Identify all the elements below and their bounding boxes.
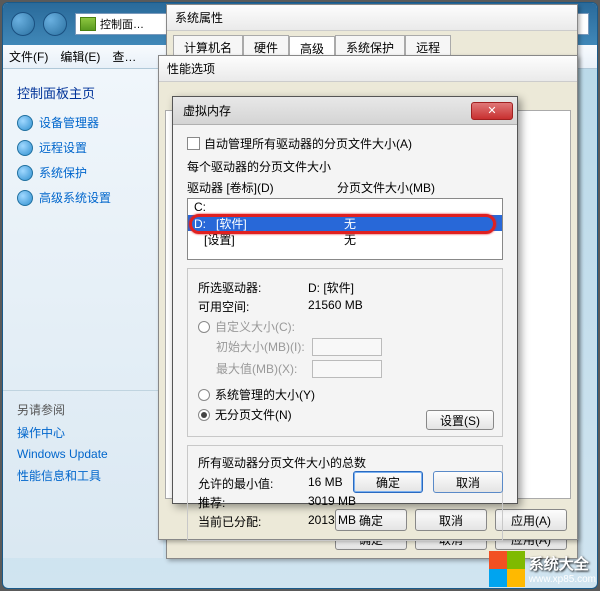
- drive-list[interactable]: C: D: [软件] 无 [设置] 无: [187, 198, 503, 260]
- control-panel-icon: [80, 17, 96, 31]
- shield-icon: [17, 115, 33, 131]
- sidebar-item-protection[interactable]: 系统保护: [17, 164, 163, 181]
- menu-file[interactable]: 文件(F): [9, 48, 48, 65]
- drive-columns: 驱动器 [卷标](D) 分页文件大小(MB): [187, 179, 503, 196]
- custom-size-row[interactable]: 自定义大小(C):: [198, 318, 492, 335]
- close-button[interactable]: ✕: [471, 102, 513, 120]
- sidebar-item-label: 远程设置: [39, 139, 87, 156]
- min-allowed-label: 允许的最小值:: [198, 475, 308, 492]
- current-label: 当前已分配:: [198, 513, 308, 530]
- max-size-input[interactable]: [312, 360, 382, 378]
- back-button[interactable]: [11, 12, 35, 36]
- drive-size: 无: [344, 231, 356, 248]
- shield-icon: [17, 190, 33, 206]
- menu-edit[interactable]: 编辑(E): [60, 48, 100, 65]
- forward-button[interactable]: [43, 12, 67, 36]
- drive-letter: C:: [194, 200, 206, 214]
- drive-label: [软件]: [216, 217, 247, 231]
- vmem-buttons: 确定 取消: [353, 471, 503, 493]
- no-paging-radio[interactable]: [198, 409, 210, 421]
- drive-letter: D:: [194, 217, 206, 231]
- drive-size: 无: [344, 215, 356, 232]
- watermark: 系统大全 www.xp85.com: [489, 551, 596, 587]
- perfopts-title: 性能选项: [159, 56, 577, 82]
- free-space-value: 21560 MB: [308, 298, 363, 315]
- seealso-title: 另请参阅: [17, 401, 163, 418]
- sysprops-tabs: 计算机名 硬件 高级 系统保护 远程: [167, 31, 577, 57]
- col-size: 分页文件大小(MB): [337, 179, 435, 196]
- recommended-value: 3019 MB: [308, 494, 356, 511]
- custom-size-radio[interactable]: [198, 321, 210, 333]
- current-value: 2013 MB: [308, 513, 356, 530]
- auto-manage-label: 自动管理所有驱动器的分页文件大小(A): [204, 135, 412, 152]
- breadcrumb: 控制面…: [100, 16, 144, 32]
- initial-size-label: 初始大小(MB)(I):: [198, 338, 308, 356]
- min-allowed-value: 16 MB: [308, 475, 343, 492]
- initial-size-input[interactable]: [312, 338, 382, 356]
- sidebar-item-label: 系统保护: [39, 164, 87, 181]
- menu-view[interactable]: 查…: [112, 48, 136, 65]
- each-drive-label: 每个驱动器的分页文件大小: [187, 158, 503, 175]
- system-managed-label: 系统管理的大小(Y): [215, 386, 315, 403]
- auto-manage-checkbox[interactable]: [187, 137, 200, 150]
- no-paging-label: 无分页文件(N): [215, 406, 292, 423]
- totals-title: 所有驱动器分页文件大小的总数: [198, 454, 492, 471]
- watermark-brand: 系统大全: [529, 553, 596, 574]
- set-button[interactable]: 设置(S): [426, 410, 494, 430]
- selected-drive-value: D: [软件]: [308, 279, 354, 296]
- sidebar-item-remote[interactable]: 远程设置: [17, 139, 163, 156]
- watermark-url: www.xp85.com: [529, 574, 596, 585]
- sidebar-item-label: 高级系统设置: [39, 189, 111, 206]
- virtual-memory-dialog: 虚拟内存 ✕ 自动管理所有驱动器的分页文件大小(A) 每个驱动器的分页文件大小 …: [172, 96, 518, 504]
- tab-computer-name[interactable]: 计算机名: [173, 35, 243, 57]
- max-size-label: 最大值(MB)(X):: [198, 360, 308, 378]
- link-action-center[interactable]: 操作中心: [17, 424, 163, 441]
- selected-drive-group: 所选驱动器:D: [软件] 可用空间:21560 MB 自定义大小(C): 初始…: [187, 268, 503, 437]
- sidebar-item-device-manager[interactable]: 设备管理器: [17, 114, 163, 131]
- tab-system-protection[interactable]: 系统保护: [335, 35, 405, 57]
- col-drive: 驱动器 [卷标](D): [187, 179, 337, 196]
- shield-icon: [17, 140, 33, 156]
- tab-remote[interactable]: 远程: [405, 35, 451, 57]
- custom-size-label: 自定义大小(C):: [215, 318, 295, 335]
- vmem-titlebar: 虚拟内存 ✕: [173, 97, 517, 125]
- selected-drive-label: 所选驱动器:: [198, 279, 308, 296]
- drive-label: [设置]: [204, 233, 235, 247]
- drive-row[interactable]: C:: [188, 199, 502, 215]
- recommended-label: 推荐:: [198, 494, 308, 511]
- auto-manage-row[interactable]: 自动管理所有驱动器的分页文件大小(A): [187, 135, 503, 152]
- tab-hardware[interactable]: 硬件: [243, 35, 289, 57]
- drive-row-selected[interactable]: D: [软件] 无: [188, 215, 502, 231]
- sidebar-item-label: 设备管理器: [39, 114, 99, 131]
- system-managed-row[interactable]: 系统管理的大小(Y): [198, 386, 492, 403]
- free-space-label: 可用空间:: [198, 298, 308, 315]
- sidebar-title: 控制面板主页: [17, 83, 163, 102]
- vmem-title: 虚拟内存: [183, 102, 231, 119]
- totals-group: 所有驱动器分页文件大小的总数 允许的最小值:16 MB 推荐:3019 MB 当…: [187, 445, 503, 541]
- link-performance-info[interactable]: 性能信息和工具: [17, 467, 163, 484]
- system-managed-radio[interactable]: [198, 389, 210, 401]
- link-windows-update[interactable]: Windows Update: [17, 447, 163, 461]
- ok-button[interactable]: 确定: [353, 471, 423, 493]
- shield-icon: [17, 165, 33, 181]
- cancel-button[interactable]: 取消: [433, 471, 503, 493]
- drive-row[interactable]: [设置] 无: [188, 231, 502, 247]
- sysprops-title: 系统属性: [167, 5, 577, 31]
- windows-logo-icon: [489, 551, 525, 587]
- close-icon: ✕: [487, 104, 496, 117]
- sidebar: 控制面板主页 设备管理器 远程设置 系统保护 高级系统设置 另请参阅 操作中心 …: [3, 69, 163, 558]
- sidebar-item-advanced[interactable]: 高级系统设置: [17, 189, 163, 206]
